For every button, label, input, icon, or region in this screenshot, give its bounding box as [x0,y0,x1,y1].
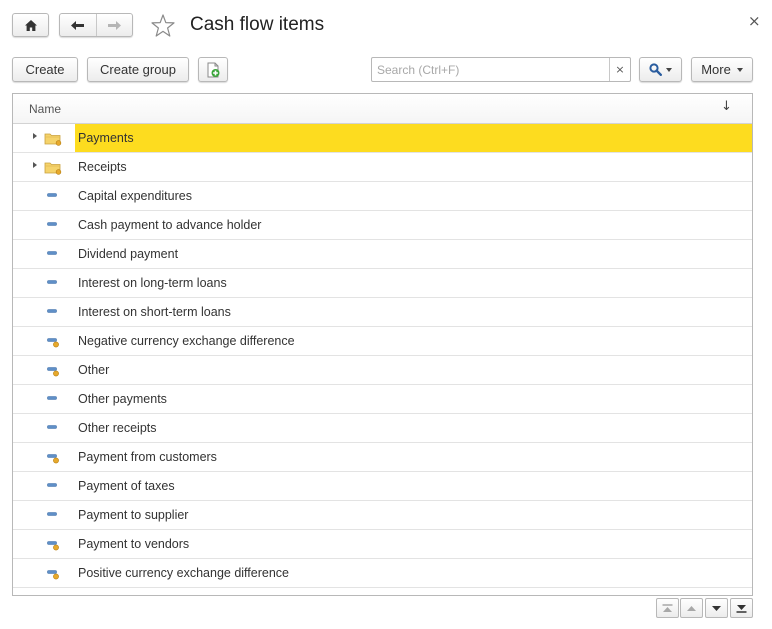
arrow-left-icon [71,20,85,30]
item-icon [47,483,57,487]
row-label: Positive currency exchange difference [78,566,289,580]
more-button[interactable]: More [691,57,753,82]
star-icon[interactable] [150,13,176,39]
row-label: Payments [78,131,134,145]
table-header: Name ↓ [13,94,752,124]
table-row[interactable]: Negative currency exchange difference [13,327,752,356]
magnifier-icon [649,63,662,76]
row-label: Dividend payment [78,247,179,261]
item-icon [47,338,59,348]
back-button[interactable] [60,14,97,36]
forward-button[interactable] [97,14,133,36]
more-label: More [701,62,731,77]
item-icon [47,193,57,197]
row-label: Receipts [78,160,127,174]
table-row[interactable]: Interest on short-term loans [13,298,752,327]
create-button[interactable]: Create [12,57,78,82]
table-row[interactable]: Payment from customers [13,443,752,472]
row-label: Payment to supplier [78,508,189,522]
item-icon [47,512,57,516]
table-row[interactable]: Payment to vendors [13,530,752,559]
table-row[interactable]: Capital expenditures [13,182,752,211]
create-document-icon [207,62,220,77]
search-button[interactable] [639,57,682,82]
cash-flow-items-table[interactable]: Name ↓ Payments Receipts Capital expenditu… [12,93,753,596]
chevron-down-icon [736,67,743,72]
table-row-group[interactable]: Payments [13,124,752,153]
close-icon[interactable]: × [748,14,761,29]
table-body: Payments Receipts Capital expenditures Cash… [13,124,752,588]
table-row[interactable]: Cash payment to advance holder [13,211,752,240]
column-header-name[interactable]: Name [29,102,61,116]
table-row[interactable]: Dividend payment [13,240,752,269]
page-title: Cash flow items [190,14,325,35]
item-icon [47,425,57,429]
home-button[interactable] [12,13,49,37]
row-label: Interest on long-term loans [78,276,227,290]
scroll-up-button[interactable] [680,598,703,618]
chevron-down-icon [666,67,672,72]
row-label: Negative currency exchange difference [78,334,295,348]
create-copy-button[interactable] [198,57,228,82]
item-icon [47,367,59,377]
sort-arrow-icon[interactable]: ↓ [721,99,732,114]
folder-icon [44,133,62,146]
item-icon [47,454,59,464]
table-row[interactable]: Other receipts [13,414,752,443]
row-label: Capital expenditures [78,189,192,203]
arrow-right-icon [107,20,121,30]
item-icon [47,396,57,400]
item-icon [47,222,57,226]
item-icon [47,280,57,284]
item-icon [47,541,59,551]
row-label: Payment to vendors [78,537,190,551]
scroll-down-button[interactable] [705,598,728,618]
scroll-to-top-button[interactable] [656,598,679,618]
navigation-buttons [59,13,133,37]
row-label: Payment from customers [78,450,217,464]
row-label: Other receipts [78,421,157,435]
home-icon [24,19,37,31]
row-label: Cash payment to advance holder [78,218,262,232]
double-chevron-up-icon [662,603,673,612]
item-icon [47,570,59,580]
double-chevron-down-icon [736,604,747,613]
chevron-up-icon [687,605,696,611]
clear-search-icon[interactable]: × [609,58,630,81]
item-icon [47,251,57,255]
table-row[interactable]: Positive currency exchange difference [13,559,752,588]
search-input[interactable] [372,58,609,81]
chevron-down-icon [712,605,721,611]
row-label: Other payments [78,392,167,406]
expand-arrow-icon[interactable] [33,162,37,168]
item-icon [47,309,57,313]
table-row[interactable]: Interest on long-term loans [13,269,752,298]
create-group-button[interactable]: Create group [87,57,189,82]
row-label: Other [78,363,110,377]
folder-icon [44,162,62,175]
table-row[interactable]: Other [13,356,752,385]
row-label: Interest on short-term loans [78,305,231,319]
search-box: × [371,57,631,82]
selection-highlight [75,124,752,152]
scroll-to-bottom-button[interactable] [730,598,753,618]
row-label: Payment of taxes [78,479,175,493]
table-row[interactable]: Payment to supplier [13,501,752,530]
table-row[interactable]: Payment of taxes [13,472,752,501]
expand-arrow-icon[interactable] [33,133,37,139]
table-row[interactable]: Other payments [13,385,752,414]
table-row-group[interactable]: Receipts [13,153,752,182]
